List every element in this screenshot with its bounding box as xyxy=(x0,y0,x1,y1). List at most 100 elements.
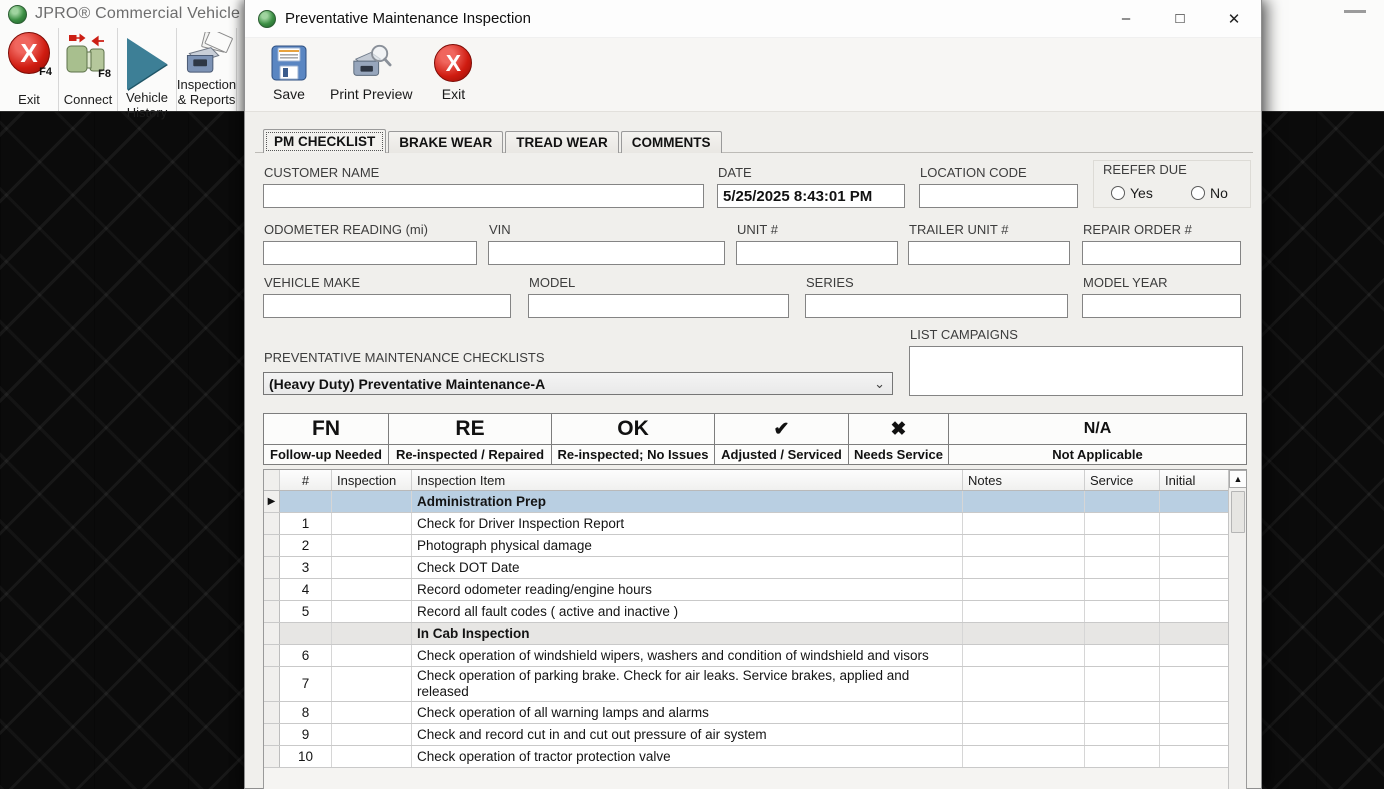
grid-section-row[interactable]: In Cab Inspection xyxy=(264,623,1230,645)
row-selector[interactable] xyxy=(264,557,280,578)
inspection-item-cell[interactable]: Record odometer reading/engine hours xyxy=(412,579,963,600)
row-selector[interactable] xyxy=(264,746,280,767)
service-cell[interactable] xyxy=(1085,513,1160,534)
odometer-input[interactable] xyxy=(263,241,477,265)
initial-cell[interactable] xyxy=(1160,491,1230,512)
background-minimize-icon[interactable] xyxy=(1344,10,1366,13)
model-year-input[interactable] xyxy=(1082,294,1241,318)
initial-cell[interactable] xyxy=(1160,702,1230,723)
notes-cell[interactable] xyxy=(963,645,1085,666)
initial-cell[interactable] xyxy=(1160,667,1230,701)
service-cell[interactable] xyxy=(1085,724,1160,745)
inspection-item-cell[interactable]: Check DOT Date xyxy=(412,557,963,578)
grid-section-row[interactable]: ▶ Administration Prep xyxy=(264,491,1230,513)
service-cell[interactable] xyxy=(1085,491,1160,512)
unit-input[interactable] xyxy=(736,241,898,265)
inspection-cell[interactable] xyxy=(332,557,412,578)
repair-order-input[interactable] xyxy=(1082,241,1241,265)
vehicle-make-input[interactable] xyxy=(263,294,511,318)
vin-input[interactable] xyxy=(488,241,725,265)
notes-cell[interactable] xyxy=(963,667,1085,701)
grid-scrollbar[interactable]: ▲ xyxy=(1228,470,1246,789)
inspection-item-cell[interactable]: Record all fault codes ( active and inac… xyxy=(412,601,963,622)
reefer-yes-radio-circle[interactable] xyxy=(1111,186,1125,200)
initial-cell[interactable] xyxy=(1160,579,1230,600)
inspection-cell[interactable] xyxy=(332,667,412,701)
row-selector[interactable]: ▶ xyxy=(264,491,280,512)
date-input[interactable] xyxy=(717,184,905,208)
row-selector[interactable] xyxy=(264,724,280,745)
series-input[interactable] xyxy=(805,294,1068,318)
grid-item-row[interactable]: 7 Check operation of parking brake. Check… xyxy=(264,667,1230,702)
row-selector[interactable] xyxy=(264,667,280,701)
inspection-item-cell[interactable]: Check operation of windshield wipers, wa… xyxy=(412,645,963,666)
grid-item-row[interactable]: 10 Check operation of tractor protection … xyxy=(264,746,1230,768)
initial-cell[interactable] xyxy=(1160,513,1230,534)
row-selector[interactable] xyxy=(264,645,280,666)
service-cell[interactable] xyxy=(1085,557,1160,578)
list-campaigns-box[interactable] xyxy=(909,346,1243,396)
notes-cell[interactable] xyxy=(963,702,1085,723)
tab-tread-wear[interactable]: TREAD WEAR xyxy=(505,131,619,153)
connect-button[interactable]: F8 Connect xyxy=(59,28,118,111)
inspection-cell[interactable] xyxy=(332,724,412,745)
inspection-cell[interactable] xyxy=(332,702,412,723)
scroll-up-icon[interactable]: ▲ xyxy=(1229,470,1246,488)
notes-cell[interactable] xyxy=(963,491,1085,512)
initial-cell[interactable] xyxy=(1160,535,1230,556)
inspection-item-cell[interactable]: Check for Driver Inspection Report xyxy=(412,513,963,534)
reefer-yes-radio[interactable]: Yes xyxy=(1111,185,1153,201)
inspection-item-cell[interactable]: Check operation of all warning lamps and… xyxy=(412,702,963,723)
minimize-button[interactable]: – xyxy=(1099,0,1153,37)
grid-item-row[interactable]: 1 Check for Driver Inspection Report xyxy=(264,513,1230,535)
notes-cell[interactable] xyxy=(963,513,1085,534)
initial-cell[interactable] xyxy=(1160,724,1230,745)
row-selector[interactable] xyxy=(264,579,280,600)
tab-brake-wear[interactable]: BRAKE WEAR xyxy=(388,131,504,153)
row-selector[interactable] xyxy=(264,513,280,534)
reefer-no-radio-circle[interactable] xyxy=(1191,186,1205,200)
inspection-cell[interactable] xyxy=(332,535,412,556)
exit-button[interactable]: X F4 Exit xyxy=(0,28,59,111)
tab-comments[interactable]: COMMENTS xyxy=(620,131,722,153)
inspection-item-cell[interactable]: Check operation of parking brake. Check … xyxy=(412,667,963,701)
row-selector[interactable] xyxy=(264,601,280,622)
dialog-exit-button[interactable]: X Exit xyxy=(422,38,484,104)
inspection-cell[interactable] xyxy=(332,746,412,767)
notes-cell[interactable] xyxy=(963,557,1085,578)
service-cell[interactable] xyxy=(1085,645,1160,666)
customer-name-input[interactable] xyxy=(263,184,704,208)
print-preview-button[interactable]: Print Preview xyxy=(320,38,422,104)
inspection-item-cell[interactable]: Administration Prep xyxy=(412,491,963,512)
save-button[interactable]: Save xyxy=(258,38,320,104)
service-cell[interactable] xyxy=(1085,535,1160,556)
inspection-cell[interactable] xyxy=(332,579,412,600)
dialog-titlebar[interactable]: Preventative Maintenance Inspection – □ … xyxy=(245,0,1261,38)
location-code-input[interactable] xyxy=(919,184,1078,208)
inspection-cell[interactable] xyxy=(332,513,412,534)
row-selector[interactable] xyxy=(264,535,280,556)
service-cell[interactable] xyxy=(1085,623,1160,644)
inspection-cell[interactable] xyxy=(332,601,412,622)
tab-pm-checklist[interactable]: PM CHECKLIST xyxy=(263,129,387,153)
inspection-reports-button[interactable]: Inspection & Reports xyxy=(177,28,237,111)
service-cell[interactable] xyxy=(1085,702,1160,723)
initial-cell[interactable] xyxy=(1160,645,1230,666)
notes-cell[interactable] xyxy=(963,724,1085,745)
row-selector[interactable] xyxy=(264,702,280,723)
close-button[interactable]: ✕ xyxy=(1207,0,1261,37)
initial-cell[interactable] xyxy=(1160,601,1230,622)
trailer-unit-input[interactable] xyxy=(908,241,1070,265)
row-selector[interactable] xyxy=(264,623,280,644)
notes-cell[interactable] xyxy=(963,746,1085,767)
grid-item-row[interactable]: 8 Check operation of all warning lamps an… xyxy=(264,702,1230,724)
grid-item-row[interactable]: 2 Photograph physical damage xyxy=(264,535,1230,557)
notes-cell[interactable] xyxy=(963,623,1085,644)
inspection-cell[interactable] xyxy=(332,623,412,644)
notes-cell[interactable] xyxy=(963,579,1085,600)
initial-cell[interactable] xyxy=(1160,746,1230,767)
service-cell[interactable] xyxy=(1085,579,1160,600)
inspection-item-cell[interactable]: Check and record cut in and cut out pres… xyxy=(412,724,963,745)
inspection-item-cell[interactable]: In Cab Inspection xyxy=(412,623,963,644)
grid-item-row[interactable]: 3 Check DOT Date xyxy=(264,557,1230,579)
